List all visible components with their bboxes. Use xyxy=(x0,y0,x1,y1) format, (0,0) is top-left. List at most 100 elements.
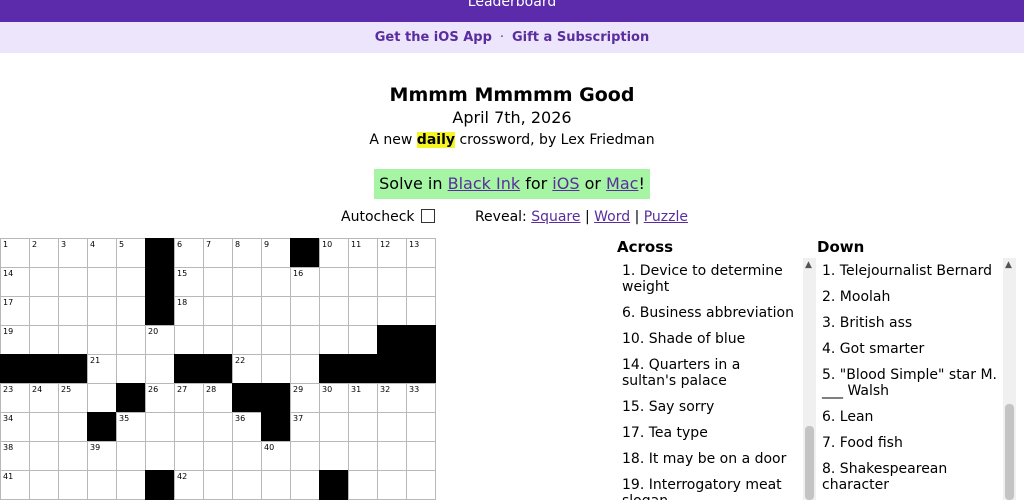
grid-cell[interactable] xyxy=(406,470,436,500)
grid-cell[interactable]: 31 xyxy=(348,383,378,413)
grid-cell[interactable]: 40 xyxy=(261,441,291,471)
grid-cell[interactable] xyxy=(203,296,233,326)
grid-cell[interactable]: 1 xyxy=(0,238,30,268)
clue-item[interactable]: 8. Shakespearean character xyxy=(816,456,1001,498)
clue-item[interactable]: 17. Tea type xyxy=(616,420,801,446)
autocheck-checkbox[interactable] xyxy=(420,209,435,223)
grid-cell[interactable] xyxy=(116,470,146,500)
grid-cell[interactable]: 32 xyxy=(377,383,407,413)
grid-cell[interactable] xyxy=(58,412,88,442)
mac-link[interactable]: Mac xyxy=(606,174,638,193)
black-ink-link[interactable]: Black Ink xyxy=(448,174,521,193)
grid-cell[interactable] xyxy=(290,470,320,500)
grid-cell[interactable] xyxy=(145,441,175,471)
grid-cell[interactable] xyxy=(348,412,378,442)
grid-cell[interactable] xyxy=(290,325,320,355)
grid-cell[interactable]: 35 xyxy=(116,412,146,442)
grid-cell[interactable] xyxy=(116,441,146,471)
grid-cell[interactable] xyxy=(377,296,407,326)
grid-cell[interactable] xyxy=(145,354,175,384)
grid-cell[interactable] xyxy=(203,412,233,442)
grid-cell[interactable] xyxy=(174,412,204,442)
grid-cell[interactable]: 14 xyxy=(0,267,30,297)
grid-cell[interactable] xyxy=(29,470,59,500)
grid-cell[interactable] xyxy=(116,267,146,297)
leaderboard-link[interactable]: Leaderboard xyxy=(0,0,1024,10)
grid-cell[interactable]: 9 xyxy=(261,238,291,268)
grid-cell[interactable] xyxy=(290,441,320,471)
clue-item[interactable]: 1. Device to determine weight xyxy=(616,258,801,300)
grid-cell[interactable]: 29 xyxy=(290,383,320,413)
grid-cell[interactable]: 42 xyxy=(174,470,204,500)
grid-cell[interactable] xyxy=(406,441,436,471)
grid-cell[interactable] xyxy=(232,325,262,355)
grid-cell[interactable] xyxy=(203,470,233,500)
grid-cell[interactable] xyxy=(203,441,233,471)
grid-cell[interactable] xyxy=(319,296,349,326)
grid-cell[interactable]: 33 xyxy=(406,383,436,413)
grid-cell[interactable] xyxy=(174,441,204,471)
grid-cell[interactable] xyxy=(116,354,146,384)
grid-cell[interactable] xyxy=(377,470,407,500)
clue-item[interactable]: 3. British ass xyxy=(816,310,1001,336)
clue-item[interactable]: 18. It may be on a door xyxy=(616,446,801,472)
grid-cell[interactable]: 5 xyxy=(116,238,146,268)
grid-cell[interactable]: 26 xyxy=(145,383,175,413)
grid-cell[interactable] xyxy=(406,296,436,326)
grid-cell[interactable]: 39 xyxy=(87,441,117,471)
grid-cell[interactable] xyxy=(87,267,117,297)
grid-cell[interactable] xyxy=(232,441,262,471)
grid-cell[interactable] xyxy=(406,267,436,297)
grid-cell[interactable]: 36 xyxy=(232,412,262,442)
down-scroll-thumb[interactable] xyxy=(1005,404,1014,500)
grid-cell[interactable]: 3 xyxy=(58,238,88,268)
grid-cell[interactable]: 25 xyxy=(58,383,88,413)
grid-cell[interactable]: 28 xyxy=(203,383,233,413)
grid-cell[interactable] xyxy=(290,296,320,326)
reveal-square-link[interactable]: Square xyxy=(531,209,580,225)
grid-cell[interactable] xyxy=(29,441,59,471)
get-ios-app-link[interactable]: Get the iOS App xyxy=(375,30,492,45)
grid-cell[interactable] xyxy=(58,267,88,297)
clue-item[interactable]: 14. Quarters in a sultan's palace xyxy=(616,352,801,394)
grid-cell[interactable]: 8 xyxy=(232,238,262,268)
grid-cell[interactable] xyxy=(87,325,117,355)
grid-cell[interactable]: 18 xyxy=(174,296,204,326)
grid-cell[interactable]: 20 xyxy=(145,325,175,355)
grid-cell[interactable] xyxy=(377,267,407,297)
grid-cell[interactable]: 10 xyxy=(319,238,349,268)
grid-cell[interactable] xyxy=(319,412,349,442)
grid-cell[interactable] xyxy=(406,412,436,442)
grid-cell[interactable]: 38 xyxy=(0,441,30,471)
grid-cell[interactable] xyxy=(29,296,59,326)
grid-cell[interactable] xyxy=(261,354,291,384)
clue-item[interactable]: 15. Say sorry xyxy=(616,394,801,420)
grid-cell[interactable] xyxy=(87,470,117,500)
reveal-puzzle-link[interactable]: Puzzle xyxy=(644,209,688,225)
reveal-word-link[interactable]: Word xyxy=(594,209,630,225)
grid-cell[interactable] xyxy=(58,325,88,355)
grid-cell[interactable] xyxy=(58,296,88,326)
grid-cell[interactable] xyxy=(348,470,378,500)
grid-cell[interactable] xyxy=(29,267,59,297)
across-scrollbar[interactable]: ▲ xyxy=(803,258,816,500)
grid-cell[interactable] xyxy=(319,325,349,355)
down-scrollbar[interactable]: ▲ xyxy=(1003,258,1016,500)
grid-cell[interactable]: 11 xyxy=(348,238,378,268)
grid-cell[interactable]: 2 xyxy=(29,238,59,268)
grid-cell[interactable] xyxy=(116,325,146,355)
grid-cell[interactable]: 6 xyxy=(174,238,204,268)
grid-cell[interactable] xyxy=(377,412,407,442)
grid-cell[interactable] xyxy=(261,325,291,355)
grid-cell[interactable] xyxy=(348,267,378,297)
grid-cell[interactable] xyxy=(174,325,204,355)
grid-cell[interactable] xyxy=(377,441,407,471)
grid-cell[interactable]: 19 xyxy=(0,325,30,355)
grid-cell[interactable] xyxy=(87,296,117,326)
grid-cell[interactable] xyxy=(58,441,88,471)
grid-cell[interactable] xyxy=(116,296,146,326)
ios-link[interactable]: iOS xyxy=(552,174,579,193)
grid-cell[interactable] xyxy=(29,412,59,442)
grid-cell[interactable] xyxy=(203,267,233,297)
grid-cell[interactable] xyxy=(145,412,175,442)
